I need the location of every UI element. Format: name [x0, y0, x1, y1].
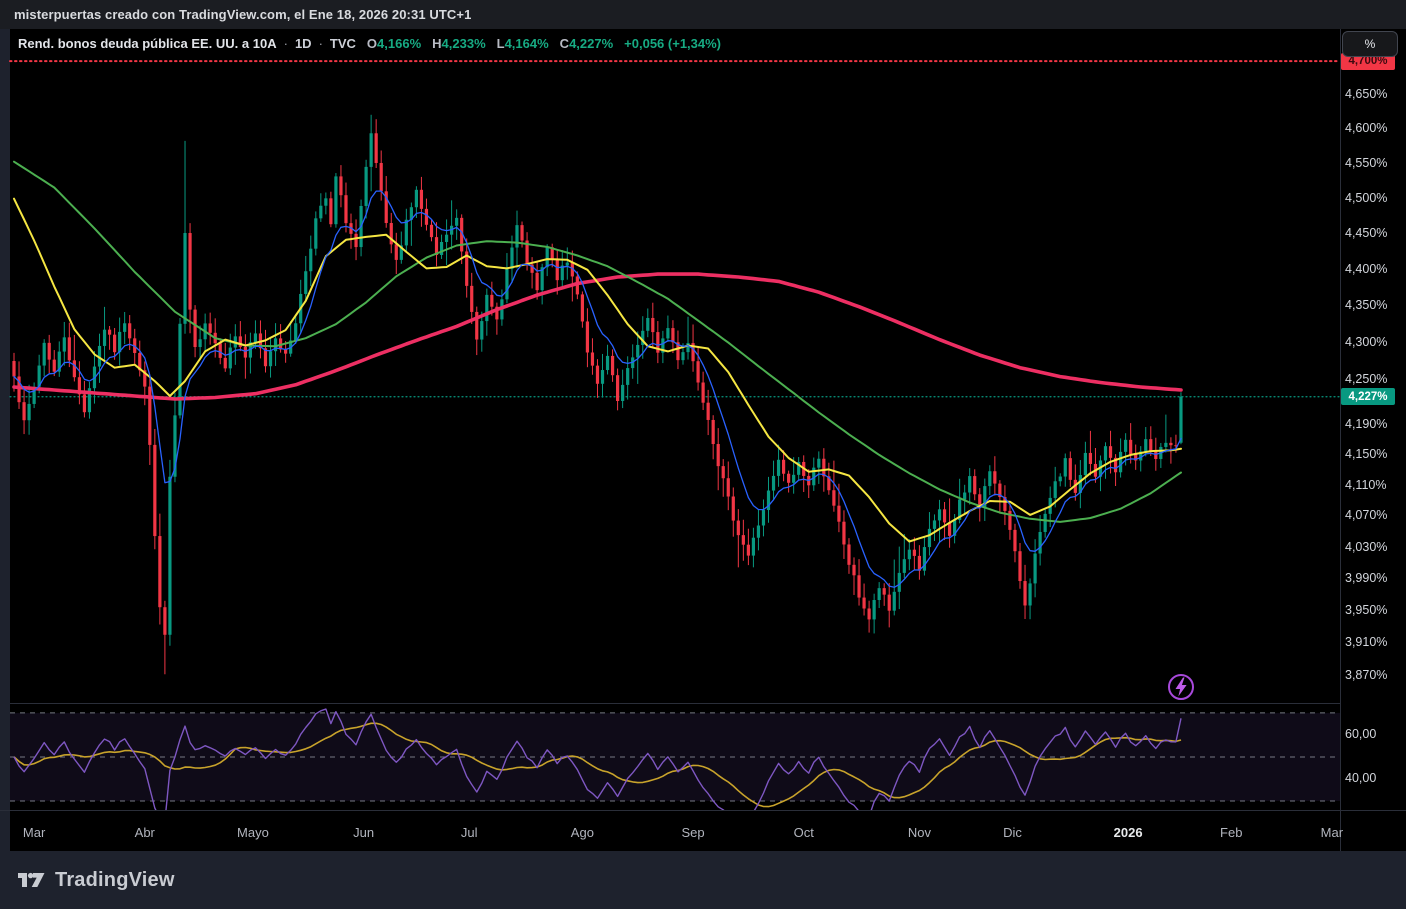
time-tick-label: Mar: [1321, 825, 1343, 840]
time-tick-label: Feb: [1220, 825, 1242, 840]
ma-green-line: [14, 162, 1181, 522]
tradingview-chart-screenshot: misterpuertas creado con TradingView.com…: [0, 0, 1406, 909]
rsi-tick-label: 40,00: [1345, 771, 1376, 785]
price-tick-label: 4,190%: [1345, 417, 1387, 431]
price-tick-label: 4,350%: [1345, 298, 1387, 312]
time-tick-label: Sep: [681, 825, 704, 840]
rsi-tick-label: 60,00: [1345, 727, 1376, 741]
time-tick-label: Dic: [1003, 825, 1022, 840]
price-tick-label: 4,030%: [1345, 540, 1387, 554]
left-margin: [0, 29, 10, 851]
low-value: 4,164%: [505, 36, 549, 51]
brand-bar: TradingView: [0, 851, 1406, 909]
price-tick-label: 4,150%: [1345, 447, 1387, 461]
close-key: C: [560, 36, 569, 51]
price-tick-label: 4,600%: [1345, 121, 1387, 135]
symbol-legend[interactable]: Rend. bonos deuda pública EE. UU. a 10A …: [18, 36, 721, 51]
price-tick-label: 4,650%: [1345, 87, 1387, 101]
percent-scale-button[interactable]: %: [1342, 31, 1398, 57]
price-tick-label: 4,070%: [1345, 508, 1387, 522]
symbol-title[interactable]: Rend. bonos deuda pública EE. UU. a 10A: [18, 36, 277, 51]
high-key: H: [432, 36, 441, 51]
time-tick-label: Jun: [353, 825, 374, 840]
price-tick-label: 4,500%: [1345, 191, 1387, 205]
candles: [12, 115, 1182, 674]
time-tick-label: Oct: [794, 825, 814, 840]
price-tick-label: 4,450%: [1345, 226, 1387, 240]
price-tick-label: 3,870%: [1345, 668, 1387, 682]
price-tick-label: 3,910%: [1345, 635, 1387, 649]
close-value: 4,227%: [569, 36, 613, 51]
legend-separator: ·: [284, 36, 288, 51]
price-tick-label: 4,400%: [1345, 262, 1387, 276]
tradingview-wordmark: TradingView: [55, 869, 175, 892]
change-value: +0,056 (+1,34%): [624, 36, 721, 51]
open-value: 4,166%: [377, 36, 421, 51]
attribution-bar: misterpuertas creado con TradingView.com…: [0, 0, 1406, 29]
time-tick-label: Mar: [23, 825, 45, 840]
price-tick-label: 4,550%: [1345, 156, 1387, 170]
price-tick-label: 3,990%: [1345, 571, 1387, 585]
interval-label[interactable]: 1D: [295, 36, 312, 51]
time-tick-label: Abr: [135, 825, 155, 840]
time-tick-label: Jul: [461, 825, 478, 840]
time-tick-label: Ago: [571, 825, 594, 840]
price-tick-label: 4,110%: [1345, 478, 1386, 492]
time-tick-label: Mayo: [237, 825, 269, 840]
time-tick-label: Nov: [908, 825, 931, 840]
open-key: O: [367, 36, 377, 51]
legend-separator: ·: [319, 36, 323, 51]
price-tick-label: 4,250%: [1345, 372, 1387, 386]
last-price-label: 4,227%: [1341, 388, 1395, 405]
tradingview-logo[interactable]: TradingView: [16, 868, 175, 892]
exchange-label: TVC: [330, 36, 356, 51]
price-tick-label: 4,300%: [1345, 335, 1387, 349]
attribution-text: misterpuertas creado con TradingView.com…: [14, 7, 471, 22]
chart-canvas[interactable]: [0, 0, 1406, 909]
low-key: L: [497, 36, 505, 51]
horizontal-lines: [10, 61, 1340, 397]
high-value: 4,233%: [442, 36, 486, 51]
price-tick-label: 3,950%: [1345, 603, 1387, 617]
lightning-boost-icon[interactable]: [1167, 673, 1195, 701]
tradingview-mark-icon: [16, 868, 46, 892]
time-tick-label: 2026: [1114, 825, 1143, 840]
